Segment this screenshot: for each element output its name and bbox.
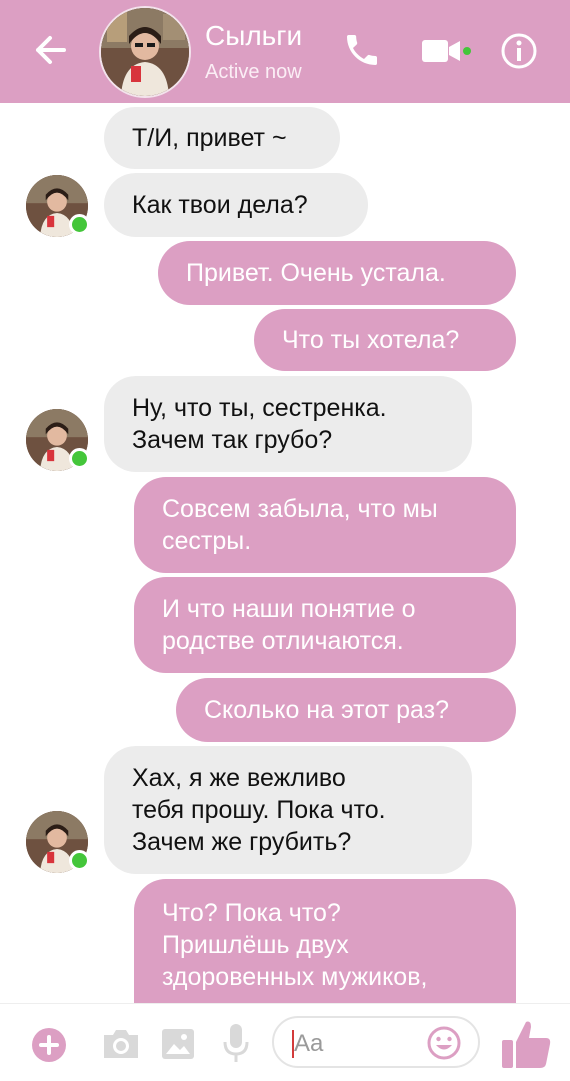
video-camera-icon[interactable] <box>420 36 472 66</box>
contact-name: Сыльги <box>205 20 303 51</box>
outgoing-message[interactable]: И что наши понятие о родстве отличаются. <box>134 577 516 673</box>
outgoing-message[interactable]: Что ты хотела? <box>254 309 516 371</box>
microphone-icon[interactable] <box>222 1022 250 1064</box>
message-list[interactable]: Т/И, привет ~ Как твои дела? Привет. Оче… <box>0 103 570 1003</box>
message-input[interactable]: Aa <box>272 1016 480 1068</box>
incoming-message[interactable]: Т/И, привет ~ <box>104 107 340 169</box>
back-arrow-icon[interactable] <box>28 30 72 70</box>
contact-status: Active now <box>205 61 302 83</box>
online-indicator <box>69 448 90 469</box>
message-input-placeholder: Aa <box>294 1030 324 1057</box>
composer-bar: Aa <box>0 1003 570 1081</box>
thumbs-up-icon[interactable] <box>498 1016 554 1072</box>
sender-avatar[interactable] <box>26 409 90 471</box>
emoji-icon[interactable] <box>426 1025 462 1061</box>
camera-icon[interactable] <box>100 1026 142 1062</box>
incoming-message[interactable]: Хах, я же вежливо тебя прошу. Пока что. … <box>104 746 472 874</box>
outgoing-message[interactable]: Сколько на этот раз? <box>176 678 516 742</box>
image-icon[interactable] <box>160 1026 196 1062</box>
sender-avatar[interactable] <box>26 811 90 873</box>
online-indicator <box>69 850 90 871</box>
outgoing-message[interactable]: Совсем забыла, что мы сестры. <box>134 477 516 573</box>
outgoing-message[interactable]: Что? Пока что? Пришлёшь двух здоровенных… <box>134 879 516 1003</box>
plus-icon[interactable] <box>30 1026 68 1064</box>
sender-avatar[interactable] <box>26 175 90 237</box>
chat-header: Сыльги Active now <box>0 0 570 103</box>
incoming-message[interactable]: Ну, что ты, сестренка. Зачем так грубо? <box>104 376 472 472</box>
incoming-message[interactable]: Как твои дела? <box>104 173 368 237</box>
online-indicator <box>69 214 90 235</box>
contact-avatar[interactable] <box>101 8 189 96</box>
outgoing-message[interactable]: Привет. Очень устала. <box>158 241 516 305</box>
info-icon[interactable] <box>500 32 538 70</box>
phone-icon[interactable] <box>342 30 382 70</box>
